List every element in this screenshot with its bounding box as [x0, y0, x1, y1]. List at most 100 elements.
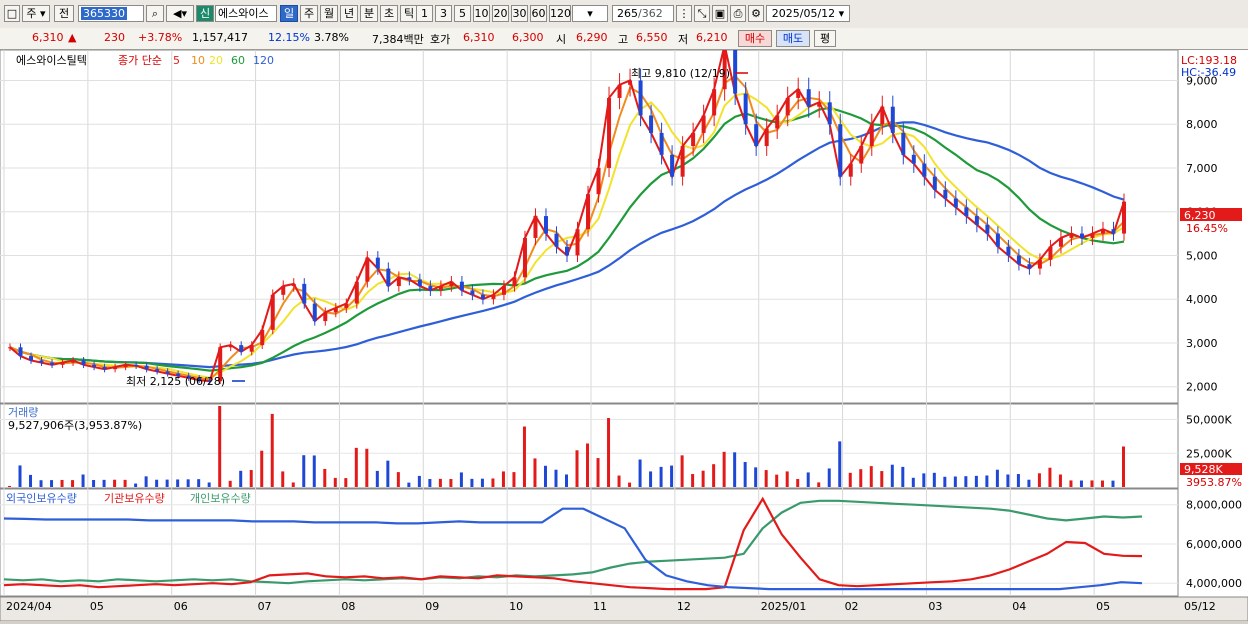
period-tab-2[interactable]: 월 [320, 5, 338, 22]
count-field[interactable]: 265/362 [612, 5, 674, 22]
ownership-tick: 4,000,000 [1186, 577, 1242, 590]
tool-icon[interactable]: ⋮ [676, 5, 692, 22]
candle-body [796, 89, 801, 98]
minute-tab-120[interactable]: 120 [549, 5, 571, 22]
candle-body [375, 257, 380, 269]
volume-bar [638, 459, 642, 487]
candle-body [312, 303, 317, 322]
candle-body [302, 283, 307, 304]
candle-body [649, 115, 654, 133]
volume-bar [848, 472, 852, 487]
candle-body [522, 237, 527, 278]
ownership-tick: 6,000,000 [1186, 538, 1242, 551]
candle-body [428, 286, 433, 291]
new-badge: 신 [196, 5, 214, 22]
x-tick-label: 11 [593, 600, 607, 613]
minute-tab-10[interactable]: 10 [473, 5, 490, 22]
market-label: 주 [26, 7, 37, 20]
high-label: 최고 9,810 (12/19) [631, 67, 730, 80]
search-icon[interactable]: ⌕ [146, 5, 164, 22]
candle-body [291, 283, 296, 287]
change-value: 230 [104, 31, 125, 44]
minute-tab-1[interactable]: 1 [416, 5, 433, 22]
period-tab-3[interactable]: 년 [340, 5, 358, 22]
volume-bar [596, 458, 600, 487]
period-tab-4[interactable]: 분 [360, 5, 378, 22]
market-select[interactable]: 주 ▾ [22, 5, 50, 22]
candle-body [1016, 255, 1021, 265]
menu-icon[interactable]: □ [4, 5, 20, 22]
interval-select[interactable]: ▾ [572, 5, 608, 22]
candle-body [638, 80, 643, 116]
settings-icon[interactable]: ⚙ [748, 5, 764, 22]
save-icon[interactable]: ▣ [712, 5, 728, 22]
date-field[interactable]: 2025/05/12 ▾ [766, 5, 850, 22]
volume-bar [197, 479, 201, 487]
volume-bar [670, 465, 674, 487]
candle-body [974, 216, 979, 225]
x-tick-label: 2025/01 [761, 600, 807, 613]
buy-button[interactable]: 매수 [738, 30, 772, 47]
candle-body [596, 167, 601, 195]
stock-code-input[interactable]: 365330 [78, 5, 144, 22]
volume-bar [607, 418, 611, 487]
volume-bar [270, 413, 274, 487]
volume-bar [165, 479, 169, 487]
period-tab-0[interactable]: 일 [280, 5, 298, 22]
volume-bar [218, 406, 222, 487]
volume-bar [344, 478, 348, 487]
minute-tab-20[interactable]: 20 [492, 5, 509, 22]
speaker-icon[interactable]: ◀▾ [166, 5, 194, 22]
volume-bar [71, 480, 75, 487]
period-tab-5[interactable]: 초 [380, 5, 398, 22]
stock-code-value: 365330 [81, 7, 127, 20]
hc-label: HC:-36.49 [1181, 66, 1236, 79]
ma-legend-120: 120 [253, 54, 274, 67]
ma-legend-10: 10 [191, 54, 205, 67]
x-tick-label: 05 [90, 600, 104, 613]
chart-area[interactable]: 2024/04 05 06 07 08 09 10 11 12 2025/01 02 03 04 05 05… [0, 32, 1248, 622]
volume-bar [354, 447, 358, 487]
candle-body [1058, 237, 1063, 247]
count-value: 265 [617, 7, 638, 20]
volume-bar [522, 426, 526, 487]
date-value: 2025/05/12 [771, 7, 836, 20]
candle-body [396, 277, 401, 287]
minute-tab-5[interactable]: 5 [454, 5, 471, 22]
candle-body [344, 303, 349, 308]
candle-body [102, 367, 107, 370]
sell-button[interactable]: 매도 [776, 30, 810, 47]
stock-chart[interactable]: 2024/04 05 06 07 08 09 10 11 12 2025/01 02 03 04 05 05… [0, 32, 1248, 622]
volume-bar [228, 480, 232, 487]
volume-bar [501, 471, 505, 487]
eval-button[interactable]: 평 [814, 30, 836, 47]
print-icon[interactable]: ⎙ [730, 5, 746, 22]
volume-bar [932, 472, 936, 487]
candle-body [1048, 246, 1053, 260]
candle-body [775, 115, 780, 129]
volume-bar [39, 480, 43, 487]
ma-legend-20: 20 [209, 54, 223, 67]
candle-body [880, 106, 885, 125]
volume-bar [1111, 480, 1115, 487]
volume-bar [1122, 446, 1125, 487]
volume-bar [565, 474, 568, 487]
stock-name-legend: 에스와이스틸텍 [16, 54, 87, 67]
prev-button[interactable]: 전 [54, 5, 74, 22]
volume-bar [417, 475, 421, 487]
volume-bar [817, 482, 821, 487]
minute-tab-3[interactable]: 3 [435, 5, 452, 22]
volume-bar [743, 462, 747, 487]
volume-bar [796, 479, 800, 487]
period-tab-1[interactable]: 주 [300, 5, 318, 22]
ownership-tick: 8,000,000 [1186, 499, 1242, 512]
ownership-legend-1: 기관보유수량 [104, 492, 165, 505]
minute-tab-30[interactable]: 30 [511, 5, 528, 22]
minute-tab-60[interactable]: 60 [530, 5, 547, 22]
zoom-icon[interactable]: ⤡ [694, 5, 710, 22]
last-pct-label: 16.45% [1186, 222, 1228, 235]
candle-body [113, 367, 118, 370]
volume-bar [123, 479, 127, 487]
x-right-label: 05/12 [1184, 600, 1216, 613]
stock-name-field[interactable]: 에스와이스 [215, 5, 277, 22]
